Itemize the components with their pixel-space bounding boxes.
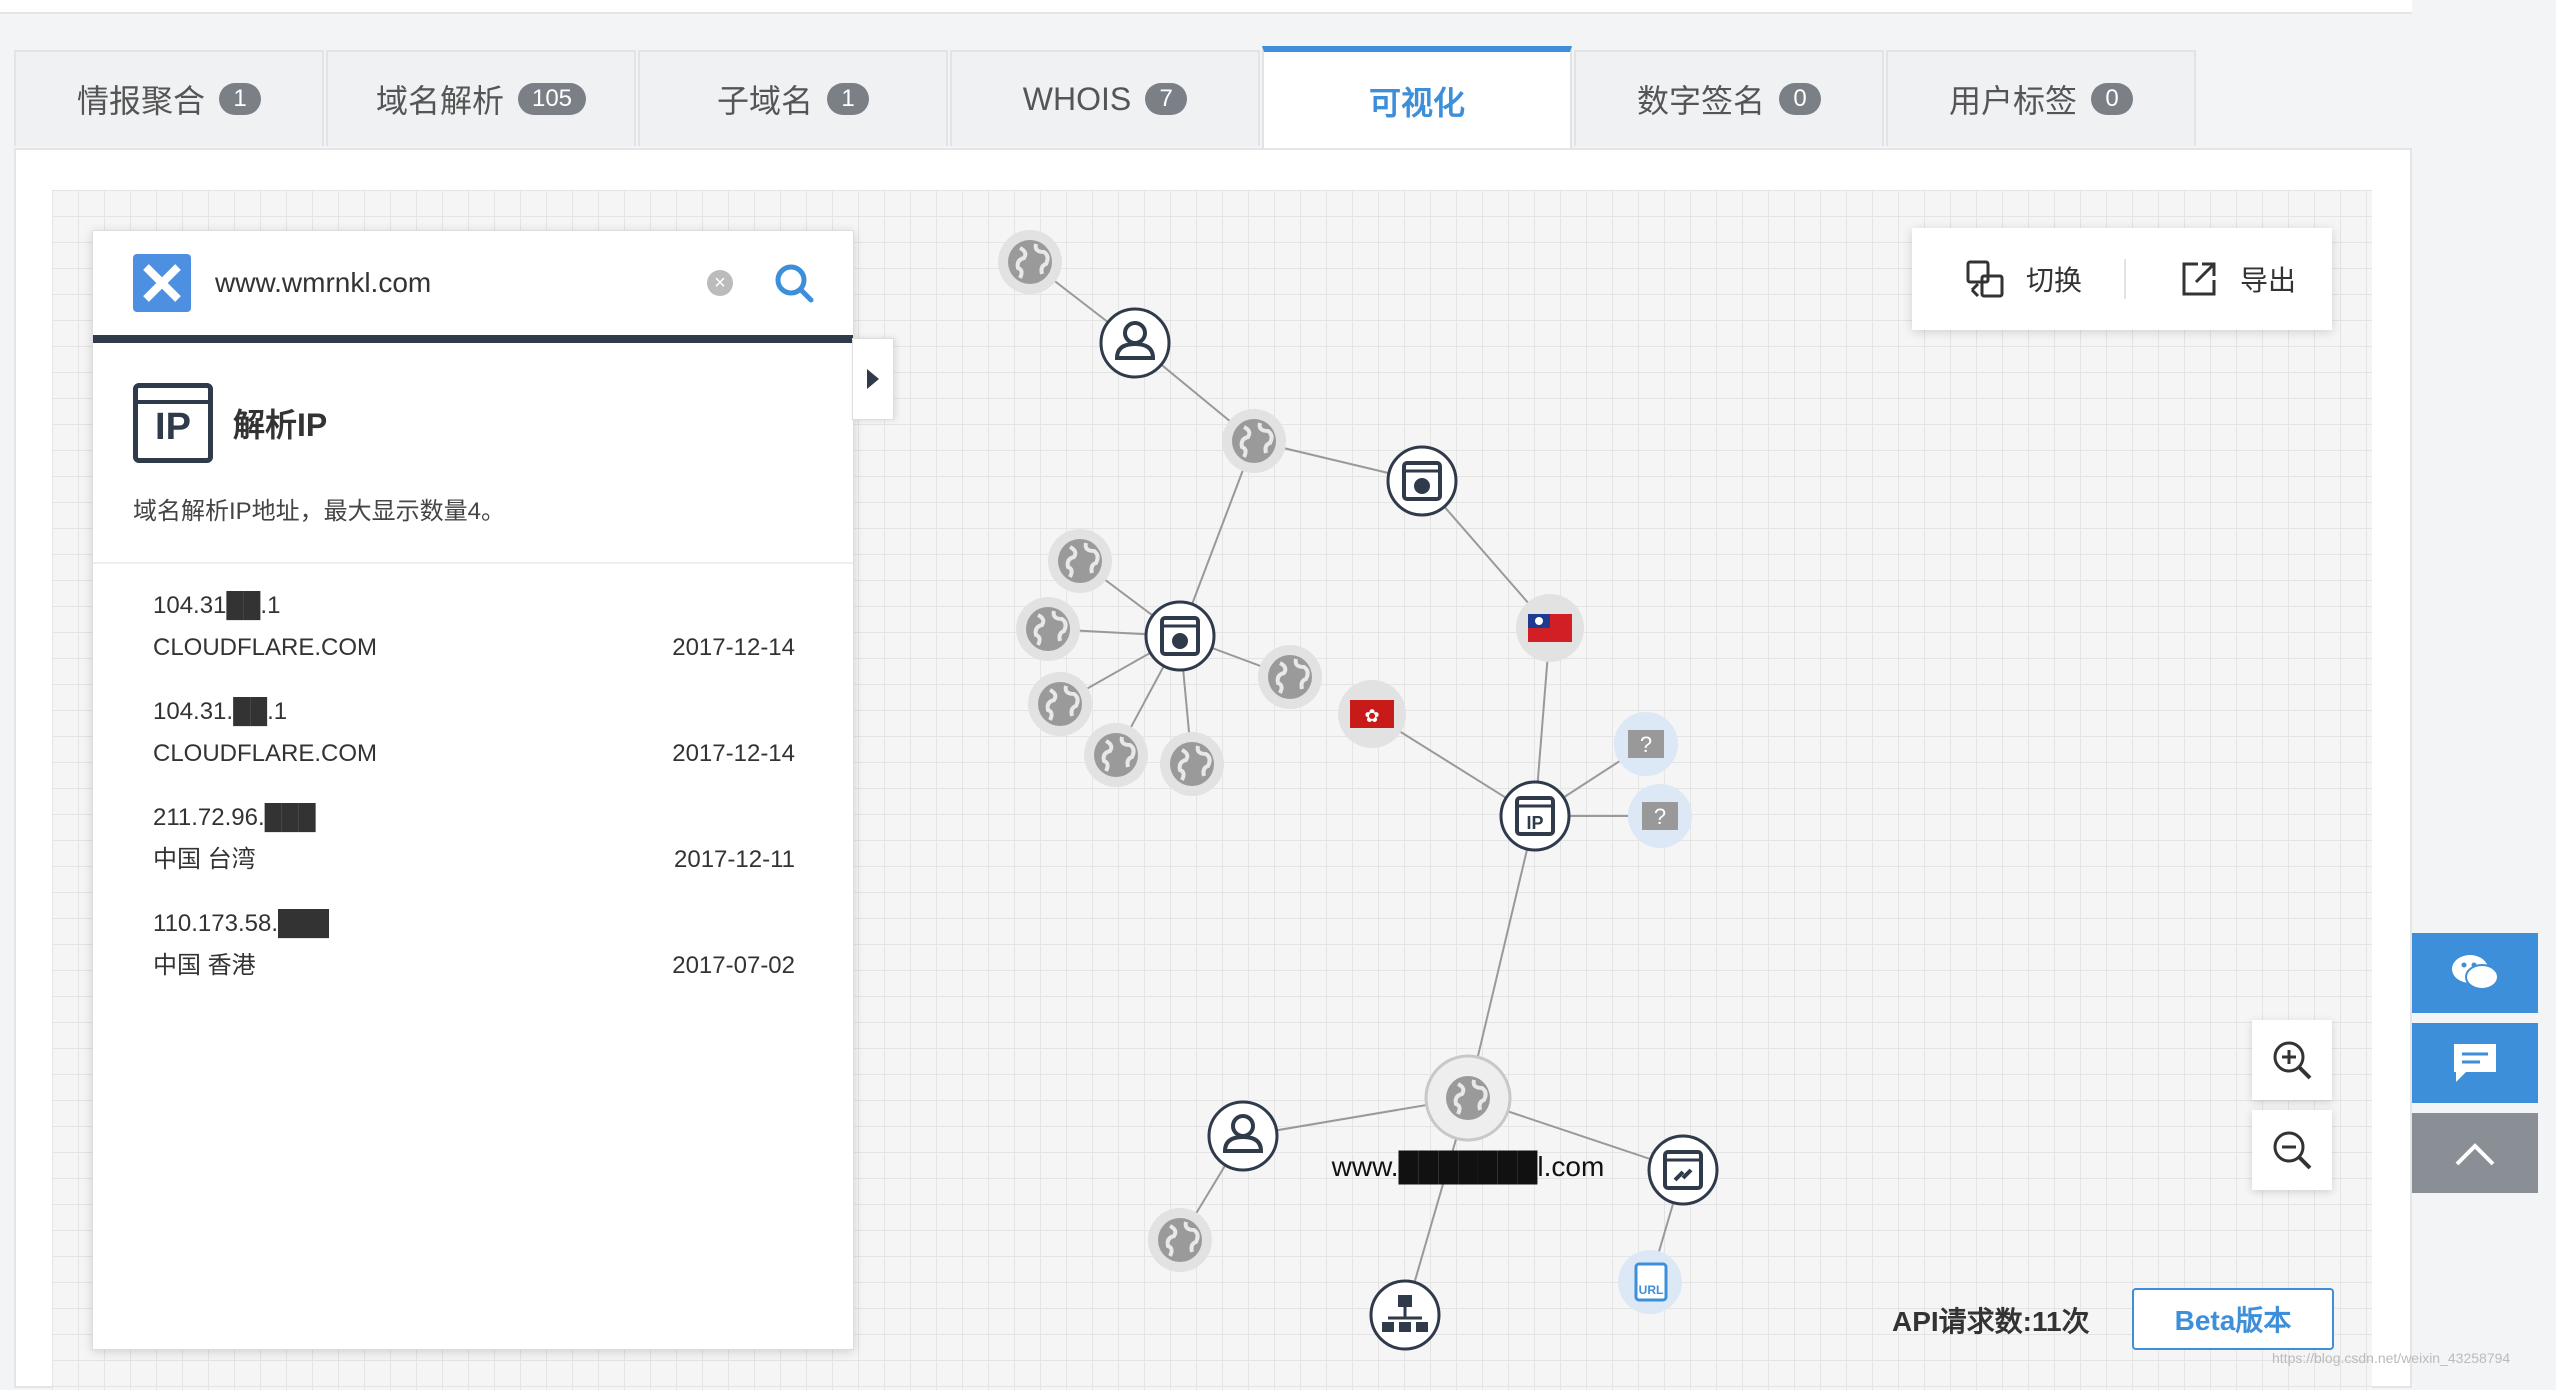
- svg-text:IP: IP: [1526, 813, 1543, 833]
- switch-button[interactable]: 切换: [1912, 258, 2082, 300]
- unknown-node-label: ?: [1640, 732, 1652, 757]
- record-date: 2017-07-02: [672, 952, 795, 979]
- unknown-node-label: ?: [1654, 804, 1666, 829]
- list-item[interactable]: 104.31.██.1 CLOUDFLARE.COM 2017-12-14: [93, 670, 853, 776]
- section-description: 域名解析IP地址，最大显示数量4。: [93, 463, 853, 564]
- record-date: 2017-12-11: [674, 846, 795, 873]
- list-item[interactable]: 110.173.58.███ 中国 香港 2017-07-02: [93, 882, 853, 988]
- globe-node[interactable]: [1016, 597, 1080, 661]
- graph-toolbar: 切换 导出: [1912, 228, 2332, 330]
- collapse-panel-button[interactable]: [852, 338, 894, 420]
- caret-right-icon: [867, 369, 879, 389]
- chevron-up-icon: [2455, 1143, 2495, 1166]
- detail-panel: www.wmrnkl.com × IP 解析IP 域名解析IP地址，最大显示数量…: [92, 230, 854, 1350]
- list-item[interactable]: 211.72.96.███ 中国 台湾 2017-12-11: [93, 776, 853, 882]
- ip-icon: IP: [133, 383, 213, 463]
- whois-user-node[interactable]: [1207, 1100, 1279, 1172]
- app-logo-icon: [133, 254, 191, 312]
- website-node[interactable]: [1144, 600, 1216, 672]
- switch-label: 切换: [2026, 265, 2083, 296]
- beta-version-button[interactable]: Beta版本: [2132, 1288, 2334, 1350]
- wechat-button[interactable]: [2412, 933, 2538, 1013]
- record-date: 2017-12-14: [672, 740, 795, 767]
- zoom-out-icon: [2273, 1131, 2312, 1170]
- url-node-label: URL: [1639, 1283, 1664, 1297]
- back-to-top-button[interactable]: [2412, 1113, 2538, 1193]
- globe-node[interactable]: [1258, 645, 1322, 709]
- record-org: 中国 香港: [153, 952, 256, 979]
- record-ip: 211.72.96.███: [153, 804, 316, 831]
- search-input[interactable]: www.wmrnkl.com: [215, 267, 707, 299]
- globe-node[interactable]: [1028, 672, 1092, 736]
- center-domain-node[interactable]: www.███████l.com: [1331, 1054, 1605, 1185]
- switch-icon: [1966, 260, 2004, 298]
- website-node[interactable]: [1386, 445, 1458, 517]
- record-ip: 104.31██.1: [153, 592, 281, 619]
- clear-icon[interactable]: ×: [707, 270, 733, 296]
- export-label: 导出: [2240, 265, 2297, 296]
- flag-taiwan-node[interactable]: [1516, 594, 1584, 662]
- search-bar: www.wmrnkl.com ×: [93, 231, 853, 343]
- globe-node[interactable]: [1148, 1208, 1212, 1272]
- center-domain-label: www.███████l.com: [1331, 1150, 1605, 1185]
- feedback-button[interactable]: [2412, 1023, 2538, 1103]
- zoom-in-icon: [2273, 1041, 2312, 1080]
- api-count-label: API请求数:11次: [1892, 1306, 2090, 1337]
- unknown-node[interactable]: ?: [1628, 784, 1692, 848]
- record-org: CLOUDFLARE.COM: [153, 740, 378, 767]
- record-ip: 110.173.58.███: [153, 910, 330, 937]
- list-item[interactable]: 104.31██.1 CLOUDFLARE.COM 2017-12-14: [93, 564, 853, 670]
- globe-node[interactable]: [1084, 723, 1148, 787]
- globe-node[interactable]: [1222, 409, 1286, 473]
- section-title: 解析IP: [233, 407, 328, 443]
- globe-node[interactable]: [1160, 732, 1224, 796]
- record-ip: 104.31.██.1: [153, 698, 288, 725]
- watermark: https://blog.csdn.net/weixin_43258794: [2272, 1350, 2511, 1366]
- export-button[interactable]: 导出: [2126, 258, 2296, 300]
- globe-node[interactable]: [998, 230, 1062, 294]
- record-date: 2017-12-14: [672, 634, 795, 661]
- url-node[interactable]: URL: [1618, 1250, 1682, 1314]
- record-org: CLOUDFLARE.COM: [153, 634, 378, 661]
- unknown-node[interactable]: ?: [1614, 712, 1678, 776]
- sitemap-node[interactable]: [1369, 1279, 1441, 1351]
- export-icon: [2182, 262, 2216, 296]
- zoom-out-button[interactable]: [2252, 1110, 2332, 1190]
- flag-hongkong-node[interactable]: ✿: [1338, 680, 1406, 748]
- svg-text:✿: ✿: [1364, 706, 1379, 727]
- link-node[interactable]: [1647, 1134, 1719, 1206]
- whois-user-node[interactable]: [1099, 307, 1171, 379]
- search-icon[interactable]: [773, 262, 815, 304]
- wechat-icon: [2452, 955, 2499, 990]
- chat-icon: [2454, 1044, 2496, 1082]
- section-header: IP 解析IP: [93, 343, 853, 463]
- record-org: 中国 台湾: [153, 846, 256, 873]
- ip-node[interactable]: IP: [1499, 780, 1571, 852]
- globe-node[interactable]: [1048, 529, 1112, 593]
- zoom-in-button[interactable]: [2252, 1020, 2332, 1100]
